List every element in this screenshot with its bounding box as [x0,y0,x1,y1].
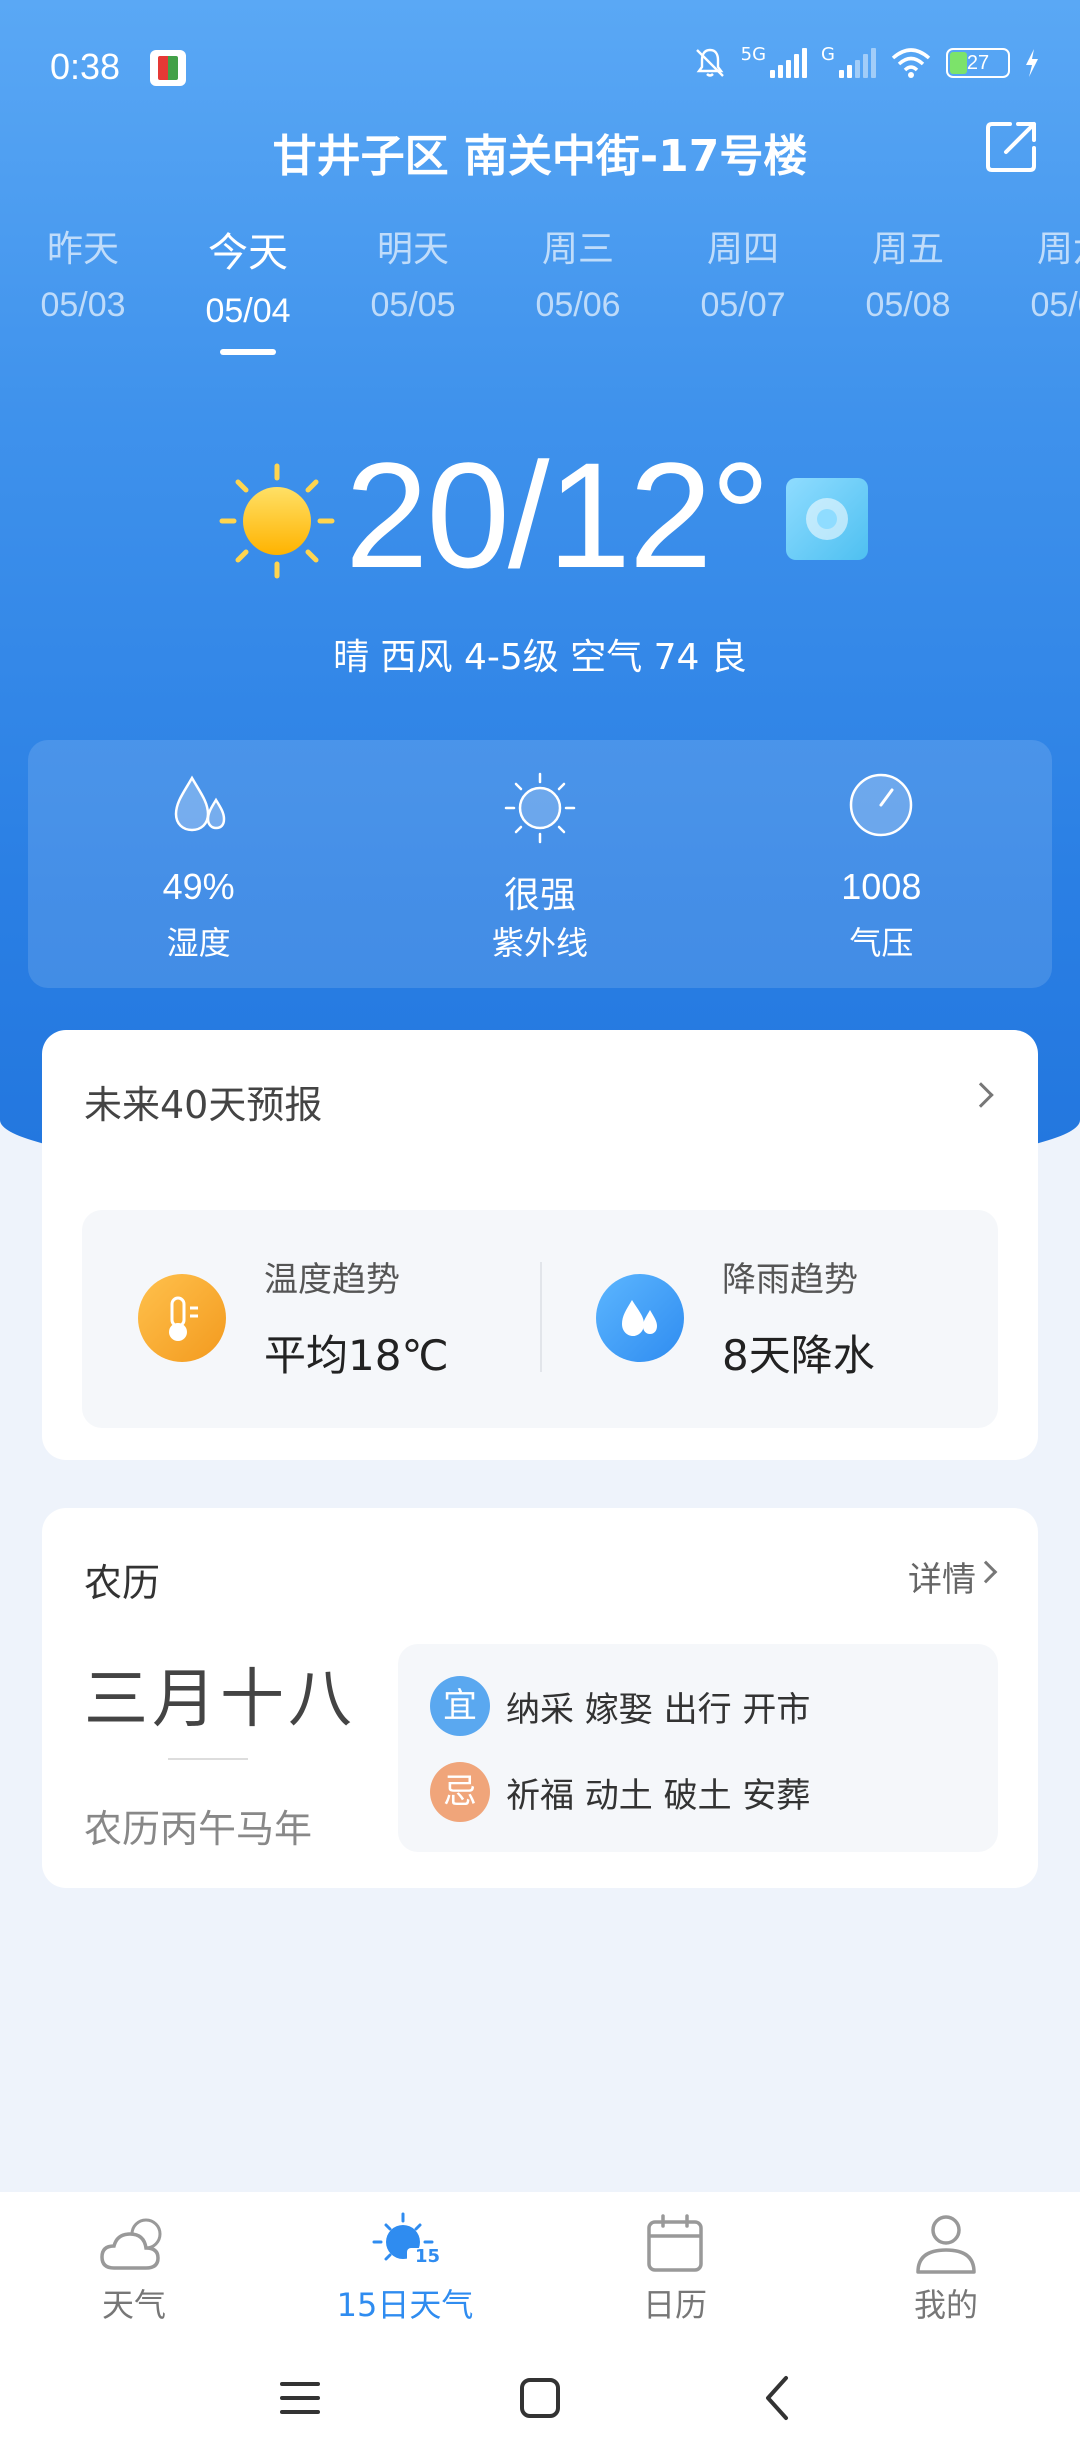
day-tab-weekday: 周六 [1036,229,1080,270]
pressure-stat: 1008 气压 [711,740,1052,988]
cloud-icon [100,2218,162,2270]
day-tab-date: 05/04 [205,292,291,330]
day-tab-tomorrow[interactable]: 明天 05/05 [338,220,488,325]
day-tab-date: 05/03 [40,286,126,324]
tab-mine[interactable]: 我的 [846,2212,1046,2326]
temperature-trend-label: 温度趋势 [264,1260,400,1300]
lunar-year: 农历丙午马年 [84,1807,313,1851]
lunar-date: 三月十八 [84,1663,356,1737]
day-selector: 昨天 05/03 今天 05/04 明天 05/05 周三 05/06 周四 0… [0,220,1080,360]
tab-mine-label: 我的 [913,2286,978,2324]
yi-ji-panel: 宜 纳采 嫁娶 出行 开市 忌 祈福 动土 破土 安葬 [398,1644,998,1852]
humidity-icon [174,775,225,832]
day-tab-weekday: 今天 [208,230,288,276]
day-tab-weekday: 明天 [376,229,449,270]
aqi-badge-icon[interactable] [786,478,868,560]
chevron-right-icon [974,1560,998,1584]
weather-description: 晴 西风 4-5级 空气 74 良 [333,637,747,678]
tab-calendar[interactable]: 日历 [575,2212,775,2326]
day-tab-weekday: 周三 [541,229,614,270]
battery-level: 27 [966,52,990,74]
day-tab-date: 05/05 [370,286,456,324]
day-tab-weekday: 昨天 [46,229,119,270]
lunar-calendar-card[interactable]: 农历 详情 三月十八 农历丙午马年 宜 纳采 嫁娶 出行 开市 忌 祈福 动土 … [42,1508,1038,1888]
current-temperature: 20/12° [345,431,770,599]
home-icon[interactable] [510,2368,570,2428]
calendar-icon [647,2214,703,2272]
lunar-divider [168,1758,248,1760]
status-bar: 0:38 5G G 27 [0,40,1080,100]
share-icon[interactable] [984,118,1040,174]
humidity-label: 湿度 [166,924,231,962]
day-tab-wed[interactable]: 周三 05/06 [503,220,653,325]
pressure-value: 1008 [841,866,922,907]
tab-calendar-label: 日历 [642,2286,707,2324]
tab-weather[interactable]: 天气 [34,2212,234,2326]
menu-icon[interactable] [270,2368,330,2428]
trend-panel: 温度趋势 平均18℃ 降雨趋势 8天降水 [82,1210,998,1428]
temperature-trend[interactable]: 温度趋势 平均18℃ [82,1210,540,1428]
signal-strength-icon-2 [839,48,876,78]
yi-row: 宜 纳采 嫁娶 出行 开市 [430,1676,810,1736]
day-tab-fri[interactable]: 周五 05/08 [833,220,983,325]
chevron-right-icon [968,1082,994,1108]
charging-icon [1026,49,1038,77]
day-tab-today[interactable]: 今天 05/04 [173,220,323,355]
day-tab-date: 05/06 [535,286,621,324]
bell-muted-icon [695,48,724,77]
pressure-label: 气压 [849,924,914,962]
uv-stat: 很强 紫外线 [369,740,710,988]
rain-trend-label: 降雨趋势 [722,1260,858,1300]
day-tab-weekday: 周四 [706,229,779,270]
uv-icon [504,772,576,844]
ji-text: 祈福 动土 破土 安葬 [506,1775,811,1816]
day-tab-weekday: 周五 [871,229,944,270]
app-notification-icon [150,50,186,86]
weather-stats-panel: 49% 湿度 很强 紫外线 1008 气压 [28,740,1052,988]
rain-trend-value: 8天降水 [722,1331,875,1380]
temperature-trend-value: 平均18℃ [264,1331,449,1380]
lunar-title: 农历 [84,1561,161,1605]
sun-15-icon-badge: 15 [415,2246,441,2267]
day-tab-sat[interactable]: 周六 05/09 [998,220,1080,325]
uv-value: 很强 [503,874,576,915]
battery-icon: 27 [946,48,1010,78]
sun-icon [219,463,335,579]
uv-label: 紫外线 [491,924,588,962]
yi-text: 纳采 嫁娶 出行 开市 [506,1689,811,1730]
day-tab-date: 05/07 [700,286,786,324]
forecast-40day-title: 未来40天预报 [84,1083,323,1127]
thermometer-icon [138,1274,226,1362]
pressure-icon [850,773,913,837]
tab-weather-label: 天气 [101,2286,166,2324]
network-label-g: G [821,43,835,65]
tab-15day-weather-label: 15日天气 [336,2286,474,2324]
lunar-detail-link[interactable]: 详情 [908,1552,976,1601]
rain-trend[interactable]: 降雨趋势 8天降水 [540,1210,998,1428]
day-tab-date: 05/08 [865,286,951,324]
bottom-tab-bar: 天气 15 15日天气 日历 我的 [0,2192,1080,2460]
active-tab-indicator [220,349,276,355]
location-title[interactable]: 甘井子区 南关中街-17号楼 [0,120,1080,184]
humidity-stat: 49% 湿度 [28,740,369,988]
humidity-value: 49% [162,866,235,907]
tab-15day-weather[interactable]: 15 15日天气 [305,2212,505,2326]
network-label-5g: 5G [740,43,767,65]
day-tab-thu[interactable]: 周四 05/07 [668,220,818,325]
yi-badge: 宜 [430,1676,490,1736]
ji-row: 忌 祈福 动土 破土 安葬 [430,1762,810,1822]
status-time: 0:38 [50,46,121,87]
day-tab-date: 05/09 [1030,286,1080,324]
signal-strength-icon [770,48,808,78]
ji-badge: 忌 [430,1762,490,1822]
wifi-icon [891,48,931,78]
user-icon [916,2215,976,2274]
back-icon[interactable] [748,2368,808,2428]
day-tab-yesterday[interactable]: 昨天 05/03 [8,220,158,325]
forecast-40day-card[interactable]: 未来40天预报 温度趋势 平均18℃ 降雨趋势 8天降水 [42,1030,1038,1460]
raindrop-icon [596,1274,684,1362]
